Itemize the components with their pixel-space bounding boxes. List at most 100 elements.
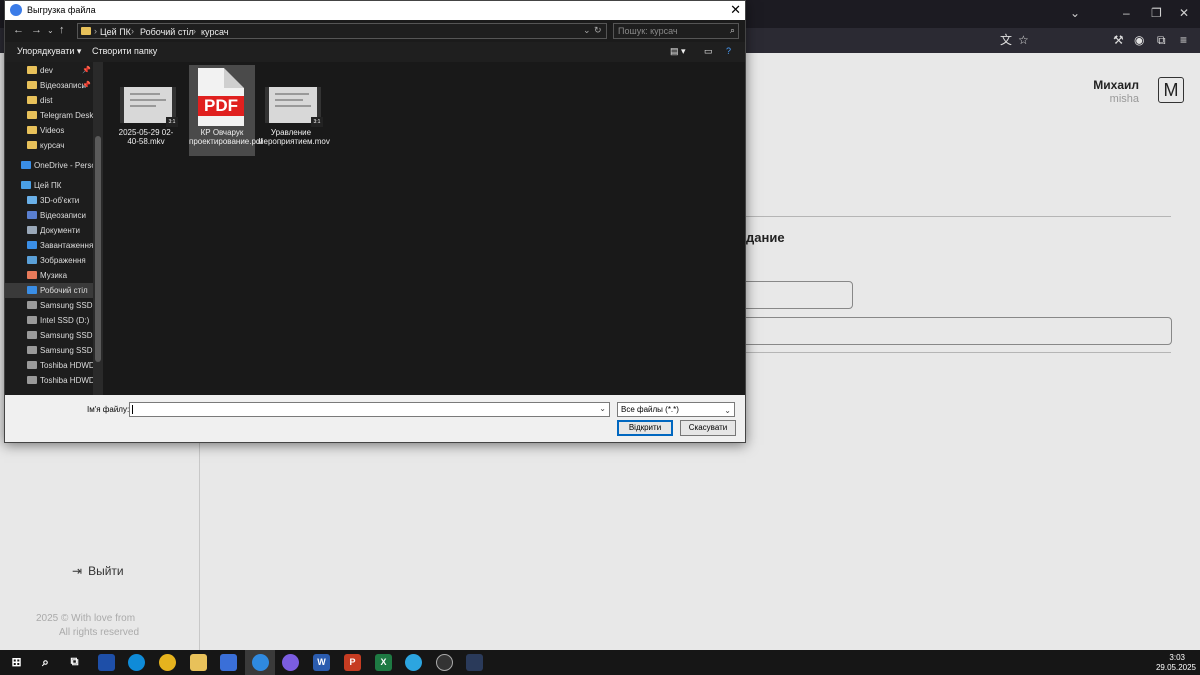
excel-icon[interactable]: X [375, 654, 392, 671]
file-item[interactable]: 3:1 2025-05-29 02-40-58.mkv [113, 65, 179, 156]
view-options-icon[interactable]: ▤ ▾ [670, 46, 686, 57]
nav-item-label: Відеозаписи [40, 211, 86, 220]
nav-item[interactable]: Samsung SSD 97 [5, 343, 93, 358]
firefox-icon[interactable] [282, 654, 299, 671]
refresh-icon[interactable]: ↻ [594, 25, 602, 36]
minimize-icon[interactable]: – [1123, 6, 1130, 20]
nav-item[interactable]: 3D-об'єкти [5, 193, 93, 208]
open-button[interactable]: Відкрити [617, 420, 673, 436]
recent-dropdown-icon[interactable]: ⌄ [47, 26, 54, 35]
file-name-label: Ім'я файлу: [87, 405, 130, 414]
file-type-value: Все файлы (*.*) [621, 405, 679, 414]
close-icon[interactable]: ✕ [730, 2, 741, 18]
nav-scrollbar[interactable] [93, 62, 103, 395]
clock-date[interactable]: 29.05.2025 [1156, 663, 1196, 672]
breadcrumb-folder[interactable]: курсач [201, 27, 228, 37]
chevron-down-icon[interactable]: ⌄ [583, 25, 591, 36]
chevron-down-icon: ⌄ [724, 406, 731, 415]
nav-item[interactable]: Робочий стіл [5, 283, 93, 298]
nav-item[interactable]: Відеозаписи 📌 [5, 78, 93, 93]
chrome-icon[interactable] [159, 654, 176, 671]
cancel-button[interactable]: Скасувати [680, 420, 736, 436]
tools-icon[interactable]: ⚒ [1113, 33, 1124, 47]
start-icon[interactable]: ⊞ [8, 654, 25, 671]
nav-item-label: Toshiba HDWD ( [40, 361, 93, 370]
word-icon[interactable]: W [313, 654, 330, 671]
forward-icon[interactable]: → [31, 24, 42, 36]
search-input[interactable]: Пошук: курсач ⌕ [613, 23, 739, 39]
firefox-dev-icon[interactable] [252, 654, 269, 671]
file-item-selected[interactable]: PDF КР Овчарук проектирование.pdf [189, 65, 263, 156]
nav-item[interactable]: dist [5, 93, 93, 108]
app-icon[interactable] [98, 654, 115, 671]
preview-pane-icon[interactable]: ▭ [704, 46, 713, 57]
film-badge-icon: 3:1 [166, 117, 178, 127]
nav-item[interactable]: Samsung SSD 97 [5, 328, 93, 343]
nav-item-label: Samsung SSD 97 [40, 331, 93, 340]
explorer-icon[interactable] [190, 654, 207, 671]
scroll-thumb[interactable] [95, 136, 101, 362]
nav-item-label: OneDrive - Persor [34, 161, 93, 170]
dialog-titlebar[interactable]: Выгрузка файла ✕ [5, 1, 745, 20]
organize-label: Упорядкувати [17, 46, 75, 56]
pin-icon: 📌 [82, 82, 91, 89]
back-icon[interactable]: ← [13, 24, 24, 36]
breadcrumb-desktop[interactable]: Робочий стіл [140, 27, 194, 37]
edge-icon[interactable] [128, 654, 145, 671]
folder-icon [27, 96, 37, 104]
nav-item-label: Videos [40, 126, 65, 135]
user-login: misha [1109, 93, 1139, 105]
restore-icon[interactable]: ❐ [1151, 6, 1162, 20]
nav-item[interactable]: Завантаження [5, 238, 93, 253]
nav-item[interactable]: Музика [5, 268, 93, 283]
organize-button[interactable]: Упорядкувати ▾ [17, 46, 81, 57]
new-folder-button[interactable]: Створити папку [92, 46, 157, 56]
logout-button[interactable]: ⇥ Выйти [72, 564, 124, 578]
nav-item[interactable]: Цей ПК [5, 178, 93, 193]
avatar[interactable]: M [1158, 77, 1184, 103]
nav-item[interactable]: Samsung SSD 99 [5, 298, 93, 313]
nav-item[interactable]: курсач [5, 138, 93, 153]
up-icon[interactable]: ↑ [59, 24, 65, 36]
nav-item[interactable]: Toshiba HDWD ( [5, 373, 93, 388]
nav-item[interactable]: Документи [5, 223, 93, 238]
file-type-select[interactable]: Все файлы (*.*) ⌄ [617, 402, 735, 417]
nav-item[interactable]: Зображення [5, 253, 93, 268]
nav-item[interactable]: Videos [5, 123, 93, 138]
file-name-input[interactable]: ⌄ [129, 402, 610, 417]
nav-item-label: Toshiba HDWD ( [40, 376, 93, 385]
footer-rights: All rights reserved [59, 627, 140, 638]
nav-item[interactable]: OneDrive - Persor [5, 158, 93, 173]
close-window-icon[interactable]: ✕ [1179, 6, 1189, 20]
nav-item[interactable]: Toshiba HDWD ( [5, 358, 93, 373]
translate-icon[interactable]: 文 [1000, 33, 1012, 47]
breadcrumb-this-pc[interactable]: Цей ПК [100, 27, 131, 37]
video-thumbnail: 3:1 [120, 87, 178, 127]
account-icon[interactable]: ◉ [1134, 33, 1144, 47]
nav-item[interactable]: dev 📌 [5, 63, 93, 78]
search-icon[interactable]: ⌕ [37, 654, 54, 671]
clock-time[interactable]: 3:03 [1169, 653, 1185, 662]
navigation-pane: dev📌Відеозаписи📌distTelegram DesktoVideo… [5, 62, 103, 395]
task-view-icon[interactable]: ⧉ [66, 654, 83, 671]
obs-icon[interactable] [436, 654, 453, 671]
bookmark-star-icon[interactable]: ☆ [1018, 33, 1029, 47]
nav-item[interactable]: Відеозаписи [5, 208, 93, 223]
telegram-icon[interactable] [405, 654, 422, 671]
davinci-icon[interactable] [466, 654, 483, 671]
nav-item[interactable]: Telegram Deskto [5, 108, 93, 123]
address-bar[interactable]: › Цей ПК › Робочий стіл › курсач ⌄ ↻ [77, 23, 607, 39]
store-icon[interactable] [220, 654, 237, 671]
powerpoint-icon[interactable]: P [344, 654, 361, 671]
cloud-icon [21, 161, 31, 169]
menu-icon[interactable]: ≡ [1180, 33, 1187, 47]
file-item[interactable]: 3:1 Уравление мероприятием.mov [258, 65, 330, 156]
search-icon: ⌕ [729, 25, 735, 35]
nav-item[interactable]: Intel SSD (D:) [5, 313, 93, 328]
extensions-icon[interactable]: ⧉ [1157, 33, 1166, 47]
tab-list-icon[interactable]: ⌄ [1070, 6, 1080, 20]
help-icon[interactable]: ? [726, 46, 731, 56]
chevron-down-icon[interactable]: ⌄ [599, 404, 606, 413]
folder-icon [27, 66, 37, 74]
drive-icon [27, 331, 37, 339]
